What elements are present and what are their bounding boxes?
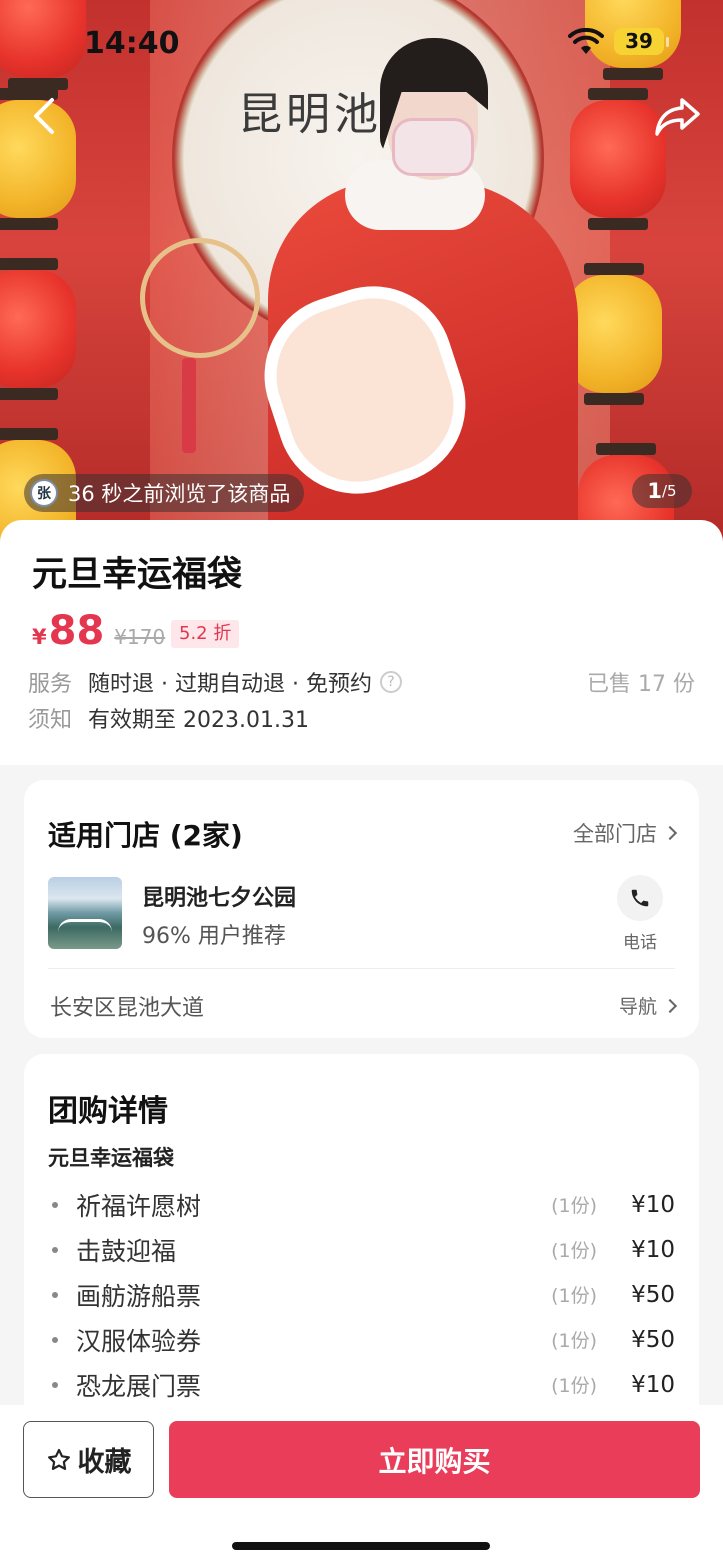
notice-row: 须知 有效期至 2023.01.31: [28, 702, 309, 734]
deal-items-list: 祈福许愿树 (1份) ¥10 击鼓迎福 (1份) ¥10 画舫游船票 (1份) ¥50 汉服…: [48, 1182, 675, 1407]
store-recommend-rate: 96% 用户推荐: [142, 924, 286, 949]
list-item: 画舫游船票 (1份) ¥50: [48, 1272, 675, 1317]
share-icon[interactable]: [652, 94, 704, 140]
viewer-avatar: 张: [30, 479, 58, 507]
item-qty: (1份): [551, 1195, 597, 1217]
store-address: 长安区昆池大道: [50, 996, 205, 1021]
service-value: 随时退 · 过期自动退 · 免预约: [88, 672, 372, 697]
bullet-icon: [52, 1381, 58, 1388]
bottom-action-bar: 收藏 立即购买: [0, 1405, 723, 1564]
item-name: 汉服体验券: [76, 1326, 202, 1356]
list-item: 击鼓迎福 (1份) ¥10: [48, 1227, 675, 1272]
favorite-button[interactable]: 收藏: [23, 1421, 154, 1498]
all-stores-link[interactable]: 全部门店: [573, 818, 678, 848]
store-thumbnail[interactable]: [48, 877, 122, 949]
item-qty: (1份): [551, 1330, 597, 1352]
product-info-card: 元旦幸运福袋 ¥ 88 ¥170 5.2 折 服务 随时退 · 过期自动退 · …: [0, 520, 723, 765]
phone-button[interactable]: [617, 875, 663, 921]
notice-value: 有效期至 2023.01.31: [88, 708, 309, 733]
navigation-label: 导航: [618, 996, 657, 1018]
product-image-carousel[interactable]: 昆明池 14:40 39 张 36 秒之前浏览了该商品 1 /5: [0, 0, 723, 545]
item-name: 击鼓迎福: [76, 1236, 177, 1266]
product-title: 元旦幸运福袋: [32, 555, 243, 595]
all-stores-label: 全部门店: [573, 822, 657, 846]
service-row[interactable]: 服务 随时退 · 过期自动退 · 免预约 ? 已售 17 份: [28, 666, 695, 698]
discount-badge: 5.2 折: [171, 620, 240, 648]
favorite-label: 收藏: [77, 1447, 132, 1477]
item-name: 恐龙展门票: [76, 1371, 202, 1401]
recent-view-chip: 张 36 秒之前浏览了该商品: [24, 474, 305, 512]
image-page-total: /5: [662, 482, 677, 500]
list-item: 汉服体验券 (1份) ¥50: [48, 1317, 675, 1362]
item-qty: (1份): [551, 1240, 597, 1262]
item-name: 画舫游船票: [76, 1281, 202, 1311]
item-qty: (1份): [551, 1375, 597, 1397]
buy-now-button[interactable]: 立即购买: [169, 1421, 700, 1498]
list-item: 恐龙展门票 (1份) ¥10: [48, 1362, 675, 1407]
applicable-stores-card: 适用门店 (2家) 全部门店 昆明池七夕公园 96% 用户推荐 电话 长安区昆池…: [24, 780, 699, 1038]
store-name[interactable]: 昆明池七夕公园: [142, 880, 296, 912]
currency-symbol: ¥: [32, 625, 47, 649]
bullet-icon: [52, 1336, 58, 1343]
star-icon: [47, 1448, 70, 1470]
image-page-indicator: 1 /5: [632, 474, 692, 508]
image-page-current: 1: [647, 479, 662, 503]
person-mask: [392, 118, 474, 176]
notice-label: 须知: [28, 708, 73, 733]
deal-details-card: 团购详情 元旦幸运福袋 祈福许愿树 (1份) ¥10 击鼓迎福 (1份) ¥10 画舫游…: [24, 1054, 699, 1434]
back-arrow-icon[interactable]: [22, 92, 70, 140]
recent-view-text: 36 秒之前浏览了该商品: [68, 482, 291, 506]
lantern-decoration: [566, 263, 662, 405]
item-name: 祈福许愿树: [76, 1191, 202, 1221]
item-price: ¥50: [631, 1281, 675, 1308]
question-icon[interactable]: ?: [379, 671, 402, 693]
item-price: ¥50: [631, 1326, 675, 1353]
price-row: ¥ 88 ¥170: [32, 608, 165, 654]
status-bar: 14:40 39: [0, 0, 723, 84]
deal-subheading: 元旦幸运福袋: [48, 1146, 174, 1170]
item-price: ¥10: [631, 1191, 675, 1218]
bullet-icon: [52, 1201, 58, 1208]
stores-heading: 适用门店 (2家): [48, 819, 243, 852]
item-price: ¥10: [631, 1236, 675, 1263]
divider: [48, 968, 675, 969]
hoop-prop: [140, 238, 260, 358]
lantern-decoration: [0, 258, 76, 400]
original-price: ¥170: [114, 625, 166, 649]
deal-heading: 团购详情: [48, 1094, 168, 1129]
drum-calligraphy: 昆明池: [238, 89, 382, 140]
item-price: ¥10: [631, 1371, 675, 1398]
item-qty: (1份): [551, 1285, 597, 1307]
service-label: 服务: [28, 672, 73, 697]
battery-indicator: 39: [614, 28, 669, 55]
tassel-prop: [182, 358, 196, 453]
wifi-icon: [568, 28, 604, 54]
chevron-right-icon: [662, 825, 678, 841]
phone-icon: [631, 889, 649, 907]
bullet-icon: [52, 1246, 58, 1253]
navigation-link[interactable]: 导航: [618, 992, 678, 1019]
bullet-icon: [52, 1291, 58, 1298]
current-price: 88: [48, 608, 105, 654]
phone-label: 电话: [623, 933, 657, 953]
status-time: 14:40: [84, 26, 180, 61]
home-indicator[interactable]: [232, 1542, 490, 1550]
list-item: 祈福许愿树 (1份) ¥10: [48, 1182, 675, 1227]
chevron-right-icon: [662, 998, 678, 1013]
sold-count: 已售 17 份: [587, 672, 695, 697]
